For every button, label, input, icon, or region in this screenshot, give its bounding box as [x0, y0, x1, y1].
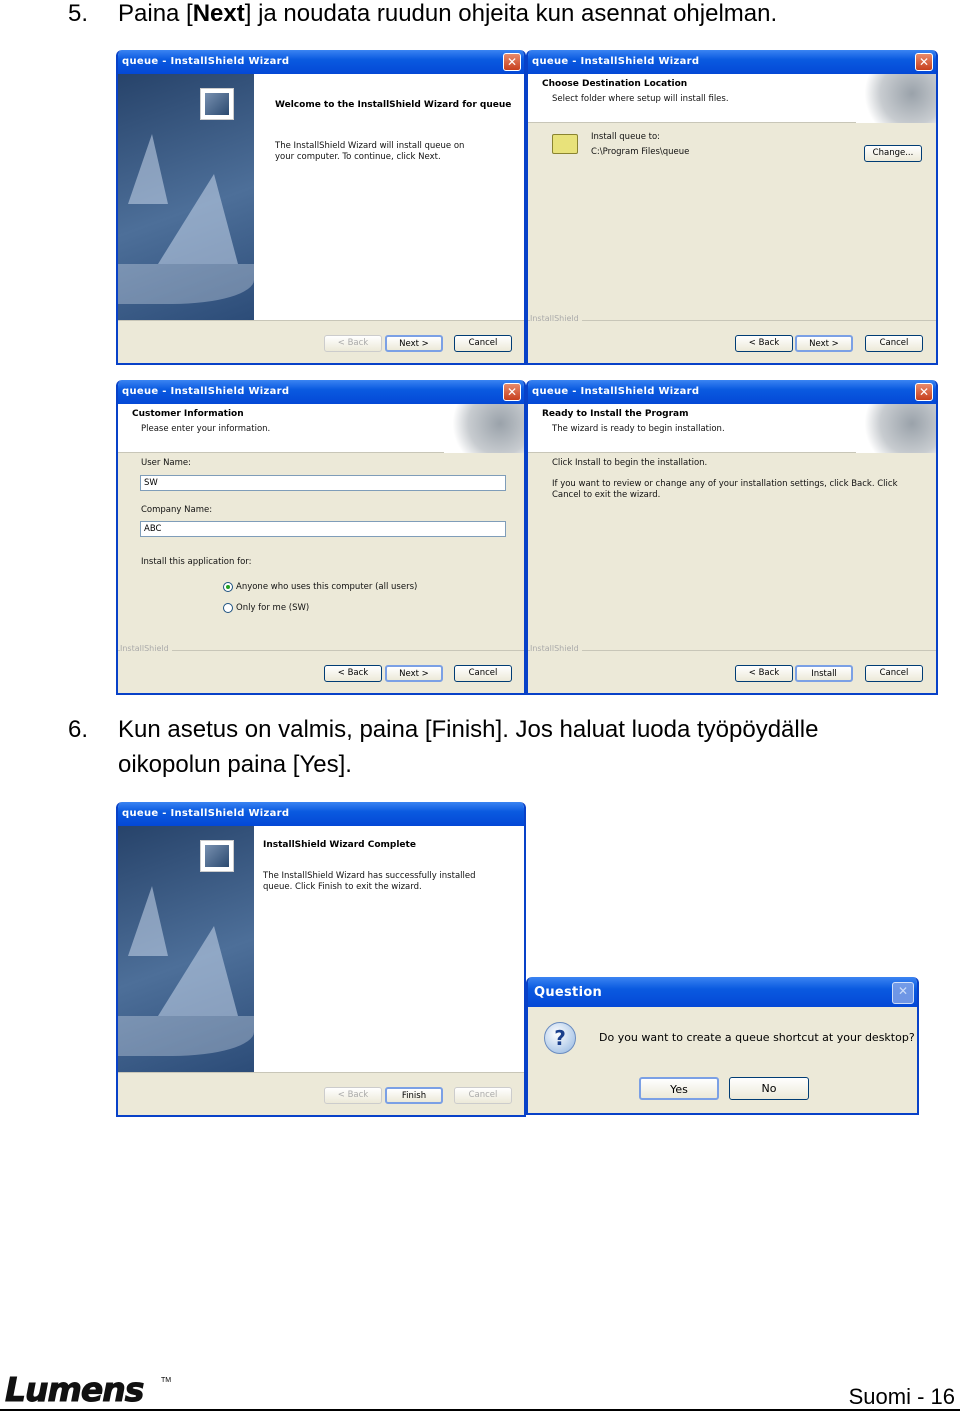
- body-text: The InstallShield Wizard will install qu…: [275, 141, 465, 162]
- subheading: The wizard is ready to begin installatio…: [552, 424, 725, 434]
- cancel-button[interactable]: Cancel: [865, 665, 923, 682]
- back-button[interactable]: < Back: [324, 665, 382, 682]
- heading: InstallShield Wizard Complete: [263, 840, 416, 850]
- divider: [118, 650, 524, 651]
- heading: Customer Information: [132, 409, 244, 419]
- header-graphic: [444, 404, 524, 453]
- back-button[interactable]: < Back: [735, 335, 793, 352]
- cancel-button[interactable]: Cancel: [865, 335, 923, 352]
- destination-wizard-window: queue - InstallShield Wizard ✕ Choose De…: [526, 50, 938, 365]
- back-button[interactable]: < Back: [735, 665, 793, 682]
- back-button[interactable]: < Back: [324, 1087, 382, 1104]
- finish-button[interactable]: Finish: [385, 1087, 443, 1104]
- installshield-label: InstallShield: [530, 314, 582, 323]
- change-button[interactable]: Change...: [864, 145, 922, 162]
- body-text: The InstallShield Wizard has successfull…: [263, 871, 476, 892]
- subheading: Select folder where setup will install f…: [552, 94, 729, 104]
- cancel-button[interactable]: Cancel: [454, 335, 512, 352]
- subheading: Please enter your information.: [141, 424, 271, 434]
- radio-label: Anyone who uses this computer (all users…: [236, 582, 418, 592]
- instruction-text: If you want to review or change any of y…: [552, 479, 898, 500]
- welcome-wizard-window: queue - InstallShield Wizard ✕ Welcome t…: [116, 50, 526, 365]
- step-number: 5.: [68, 0, 89, 27]
- install-for-label: Install this application for:: [141, 557, 252, 567]
- divider: [118, 320, 524, 321]
- divider: [528, 650, 936, 651]
- lumens-logo: Lumens: [4, 1370, 144, 1410]
- title-bar: Question: [528, 977, 917, 1007]
- title-bar: queue - InstallShield Wizard: [118, 50, 524, 74]
- installshield-label: InstallShield: [120, 644, 172, 653]
- close-icon[interactable]: ✕: [915, 383, 933, 401]
- header-graphic: [856, 404, 936, 453]
- instruction-text: Click Install to begin the installation.: [552, 458, 708, 468]
- folder-icon: [552, 134, 578, 154]
- yes-button[interactable]: Yes: [639, 1077, 719, 1100]
- next-button[interactable]: Next >: [385, 665, 443, 682]
- heading: Ready to Install the Program: [542, 409, 689, 419]
- next-button[interactable]: Next >: [795, 335, 853, 352]
- ready-to-install-wizard-window: queue - InstallShield Wizard ✕ Ready to …: [526, 380, 938, 695]
- close-icon[interactable]: ✕: [915, 53, 933, 71]
- radio-only-me[interactable]: [223, 603, 233, 613]
- heading: Welcome to the InstallShield Wizard for …: [275, 100, 512, 110]
- back-button[interactable]: < Back: [324, 335, 382, 352]
- title-bar: queue - InstallShield Wizard: [528, 380, 936, 404]
- step-text: Kun asetus on valmis, paina [Finish]. Jo…: [118, 716, 819, 778]
- wizard-side-banner: [118, 826, 254, 1072]
- installshield-logo-icon: [200, 840, 234, 872]
- user-name-input[interactable]: SW: [140, 475, 506, 491]
- page-number: Suomi - 16: [848, 1384, 955, 1409]
- title-bar: queue - InstallShield Wizard: [118, 380, 524, 404]
- radio-all-users[interactable]: [223, 582, 233, 592]
- install-path: C:\Program Files\queue: [591, 147, 690, 157]
- company-name-input[interactable]: ABC: [140, 521, 506, 537]
- step-number: 6.: [68, 716, 89, 743]
- customer-info-wizard-window: queue - InstallShield Wizard ✕ Customer …: [116, 380, 526, 695]
- trademark: TM: [161, 1377, 172, 1384]
- divider: [118, 1072, 524, 1073]
- question-message: Do you want to create a queue shortcut a…: [599, 1031, 915, 1044]
- question-icon: ?: [544, 1022, 576, 1054]
- cancel-button[interactable]: Cancel: [454, 1087, 512, 1104]
- user-name-label: User Name:: [141, 458, 192, 468]
- header-graphic: [856, 74, 936, 123]
- cancel-button[interactable]: Cancel: [454, 665, 512, 682]
- content-area: Welcome to the InstallShield Wizard for …: [254, 74, 524, 320]
- close-icon[interactable]: ✕: [892, 982, 914, 1004]
- close-icon[interactable]: ✕: [503, 383, 521, 401]
- next-button[interactable]: Next >: [385, 335, 443, 352]
- radio-label: Only for me (SW): [236, 603, 310, 613]
- installshield-label: InstallShield: [530, 644, 582, 653]
- content-area: InstallShield Wizard Complete The Instal…: [254, 826, 524, 1072]
- title-bar: queue - InstallShield Wizard: [118, 802, 524, 826]
- title-bar: queue - InstallShield Wizard: [528, 50, 936, 74]
- close-icon[interactable]: ✕: [503, 53, 521, 71]
- divider: [528, 320, 936, 321]
- heading: Choose Destination Location: [542, 79, 688, 89]
- install-button[interactable]: Install: [795, 665, 853, 682]
- installshield-logo-icon: [200, 88, 234, 120]
- wizard-side-banner: [118, 74, 254, 320]
- company-name-label: Company Name:: [141, 505, 213, 515]
- install-to-label: Install queue to:: [591, 132, 661, 142]
- no-button[interactable]: No: [729, 1077, 809, 1100]
- footer-divider: [0, 1409, 960, 1411]
- bold-text: Next: [192, 0, 245, 27]
- step-text: Paina [Next] ja noudata ruudun ohjeita k…: [118, 0, 918, 31]
- question-dialog: Question ✕ ? Do you want to create a que…: [526, 977, 919, 1115]
- complete-wizard-window: queue - InstallShield Wizard InstallShie…: [116, 802, 526, 1117]
- text: ] ja noudata ruudun ohjeita kun asennat …: [244, 0, 778, 27]
- text: Paina [: [118, 0, 193, 27]
